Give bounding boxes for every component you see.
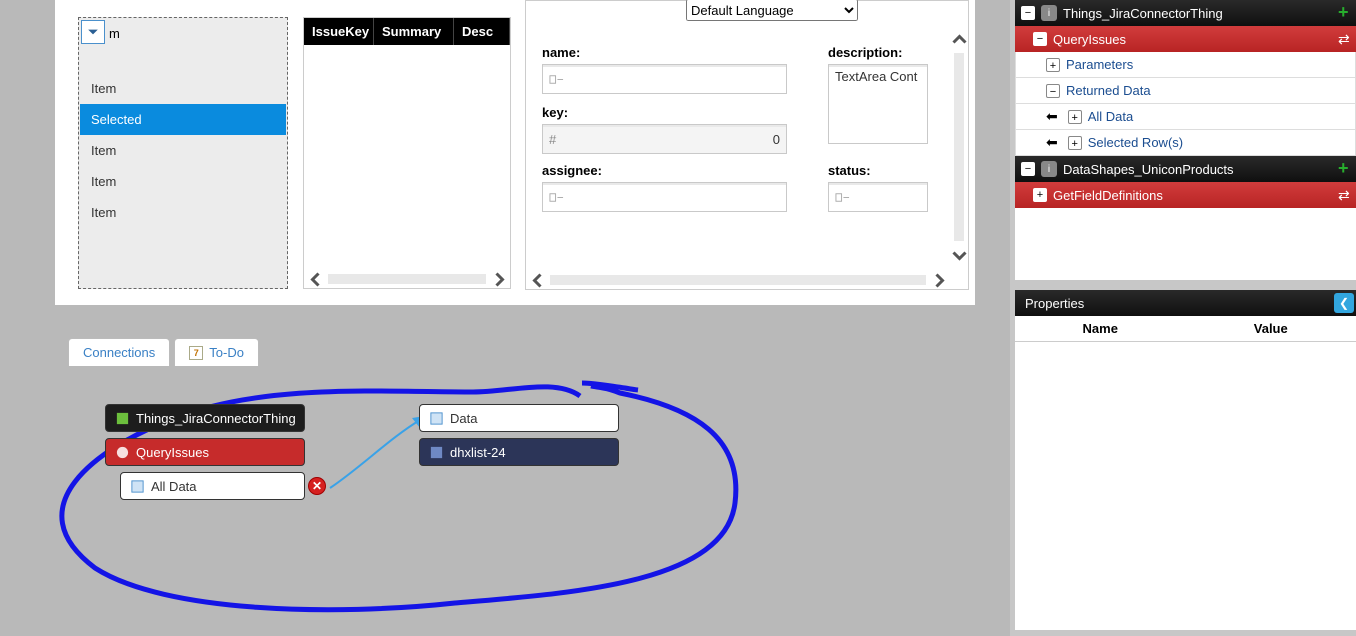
back-arrow-icon: ⬅ [1046, 134, 1058, 151]
form-horizontal-scrollbar[interactable] [526, 271, 950, 289]
expand-icon[interactable]: + [1046, 58, 1060, 72]
grid-header-summary[interactable]: Summary [374, 18, 454, 45]
thing-icon [114, 410, 130, 426]
key-placeholder: # [549, 132, 556, 147]
collapse-icon[interactable]: − [1046, 84, 1060, 98]
share-icon[interactable]: ❮ [1334, 293, 1354, 313]
description-textarea[interactable]: TextArea Cont [828, 64, 928, 144]
text-input-icon [549, 72, 564, 87]
data-icon [129, 478, 145, 494]
diagram-thing-node[interactable]: Things_JiraConnectorThing [105, 404, 305, 432]
grid-header-desc[interactable]: Desc [454, 18, 510, 45]
description-label: description: [828, 45, 938, 60]
list-item[interactable]: Item [80, 135, 286, 166]
chevron-down-icon [87, 26, 99, 38]
properties-col-value[interactable]: Value [1186, 316, 1356, 341]
properties-col-name[interactable]: Name [1015, 316, 1186, 341]
widget-icon [428, 444, 444, 460]
grid-widget-panel: IssueKey Summary Desc [303, 17, 511, 289]
scroll-left-icon[interactable] [526, 271, 548, 289]
name-input[interactable] [542, 64, 787, 94]
service-icon [114, 444, 130, 460]
form-vertical-scrollbar[interactable] [950, 27, 968, 267]
scroll-right-icon[interactable] [928, 271, 950, 289]
info-icon[interactable]: i [1041, 5, 1057, 21]
list-dropdown-button[interactable] [81, 20, 105, 44]
status-label: status: [828, 163, 938, 178]
language-select-wrapper: Default Language [686, 0, 858, 21]
list-partial-text: m [109, 26, 120, 41]
tab-connections[interactable]: Connections [68, 338, 170, 366]
data-tree-panel: − i Things_JiraConnectorThing + − QueryI… [1015, 0, 1356, 280]
language-select[interactable]: Default Language [686, 0, 858, 21]
status-input[interactable] [828, 182, 928, 212]
scroll-up-icon[interactable] [950, 27, 968, 51]
add-icon[interactable]: + [1338, 5, 1354, 21]
list-item[interactable]: Item [80, 166, 286, 197]
diagram-alldata-node[interactable]: All Data [120, 472, 305, 500]
binding-arrow-icon[interactable]: ⇄ [1338, 31, 1354, 47]
grid-horizontal-scrollbar[interactable] [304, 270, 510, 288]
tree-thing-bar[interactable]: − i Things_JiraConnectorThing + [1015, 0, 1356, 26]
name-label: name: [542, 45, 787, 60]
tree-getfield-bar[interactable]: + GetFieldDefinitions ⇄ [1015, 182, 1356, 208]
tree-parameters-row[interactable]: + Parameters [1015, 52, 1356, 78]
scroll-down-icon[interactable] [950, 243, 968, 267]
diagram-service-node[interactable]: QueryIssues [105, 438, 305, 466]
properties-header: Properties ❮ [1015, 290, 1356, 316]
calendar-icon: 7 [189, 346, 203, 360]
expand-icon[interactable]: + [1068, 136, 1082, 150]
expand-icon[interactable]: + [1068, 110, 1082, 124]
canvas-card: m Item Selected Item Item Item IssueKey … [55, 0, 975, 305]
text-input-icon [835, 190, 850, 205]
form-widget-panel: Default Language name: description: Text… [525, 0, 969, 290]
properties-panel: Properties ❮ Name Value [1015, 290, 1356, 630]
grid-header-issuekey[interactable]: IssueKey [304, 18, 374, 45]
diagram-widget-node[interactable]: dhxlist-24 [419, 438, 619, 466]
key-input[interactable]: # 0 [542, 124, 787, 154]
tree-all-data-row[interactable]: ⬅ + All Data [1015, 104, 1356, 130]
collapse-icon[interactable]: − [1021, 6, 1035, 20]
add-icon[interactable]: + [1338, 161, 1354, 177]
key-value: 0 [773, 132, 780, 147]
back-arrow-icon: ⬅ [1046, 108, 1058, 125]
main-editor-area: m Item Selected Item Item Item IssueKey … [55, 0, 1000, 636]
tab-todo[interactable]: 7To-Do [174, 338, 259, 366]
collapse-icon[interactable]: − [1033, 32, 1047, 46]
key-label: key: [542, 105, 787, 120]
scroll-right-icon[interactable] [488, 270, 510, 288]
list-widget-panel: m Item Selected Item Item Item [78, 17, 288, 289]
right-sidebar: − i Things_JiraConnectorThing + − QueryI… [1010, 0, 1356, 636]
diagram-data-node[interactable]: Data [419, 404, 619, 432]
list-item[interactable]: Item [80, 73, 286, 104]
collapse-icon[interactable]: − [1021, 162, 1035, 176]
info-icon[interactable]: i [1041, 161, 1057, 177]
assignee-label: assignee: [542, 163, 787, 178]
tree-service-bar[interactable]: − QueryIssues ⇄ [1015, 26, 1356, 52]
list-item[interactable]: Item [80, 197, 286, 228]
binding-arrow-icon[interactable]: ⇄ [1338, 187, 1354, 203]
tree-returned-data-row[interactable]: − Returned Data [1015, 78, 1356, 104]
connections-diagram: Things_JiraConnectorThing QueryIssues Al… [55, 368, 1000, 636]
error-badge-icon[interactable]: ✕ [308, 477, 326, 495]
expand-icon[interactable]: + [1033, 188, 1047, 202]
tree-selected-rows-row[interactable]: ⬅ + Selected Row(s) [1015, 130, 1356, 156]
scroll-left-icon[interactable] [304, 270, 326, 288]
text-input-icon [549, 190, 564, 205]
tree-datashape-bar[interactable]: − i DataShapes_UniconProducts + [1015, 156, 1356, 182]
assignee-input[interactable] [542, 182, 787, 212]
list-item-selected[interactable]: Selected [80, 104, 286, 135]
data-icon [428, 410, 444, 426]
